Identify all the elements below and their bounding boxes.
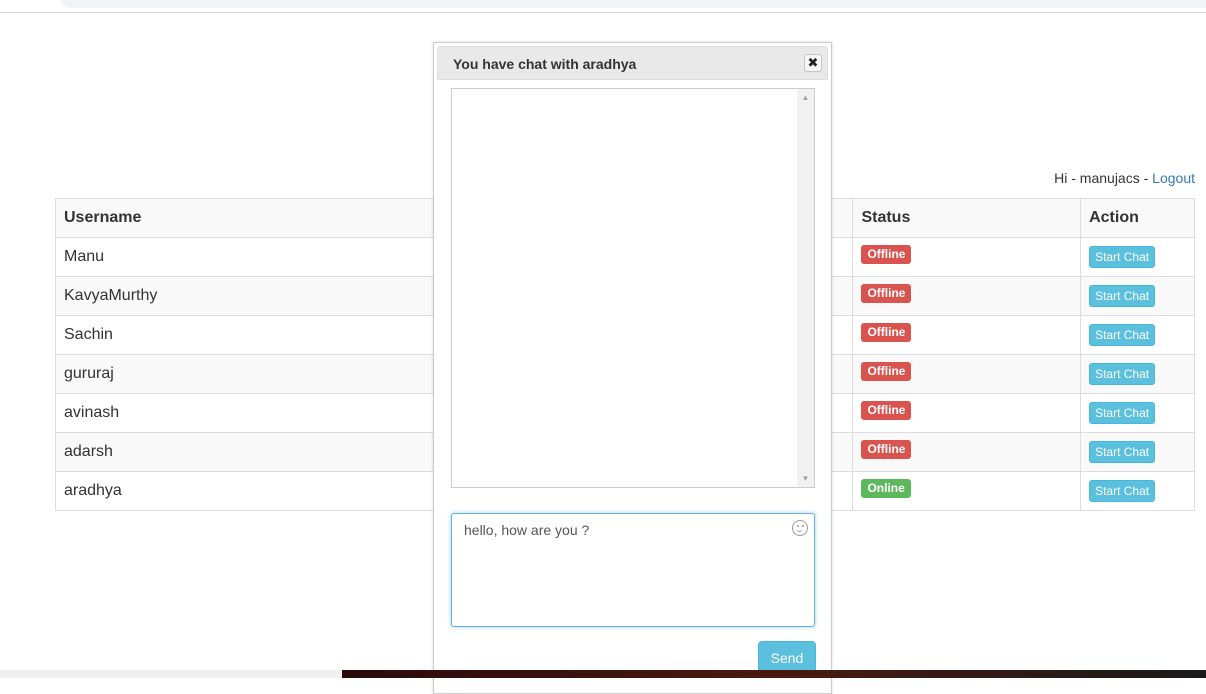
message-input-value: hello, how are you ? xyxy=(464,522,590,538)
header-action: Action xyxy=(1080,198,1195,238)
start-chat-button[interactable]: Start Chat xyxy=(1089,285,1156,307)
user-greeting: Hi - manujacs - Logout xyxy=(1054,170,1195,186)
action-cell: Start Chat xyxy=(1080,237,1195,277)
start-chat-button[interactable]: Start Chat xyxy=(1089,324,1156,346)
scroll-down-arrow-icon[interactable]: ▼ xyxy=(797,470,814,487)
status-cell: Offline xyxy=(852,276,1082,316)
scroll-up-arrow-icon[interactable]: ▲ xyxy=(797,89,814,106)
chat-history-area[interactable]: ▲ ▼ xyxy=(451,88,815,488)
logout-link[interactable]: Logout xyxy=(1152,170,1195,186)
chat-titlebar[interactable]: You have chat with aradhya ✖ xyxy=(437,46,828,80)
status-badge: Offline xyxy=(861,322,912,342)
start-chat-button[interactable]: Start Chat xyxy=(1089,480,1156,502)
action-cell: Start Chat xyxy=(1080,393,1195,433)
action-cell: Start Chat xyxy=(1080,432,1195,472)
start-chat-button[interactable]: Start Chat xyxy=(1089,363,1156,385)
header-status: Status xyxy=(852,198,1082,238)
close-icon[interactable]: ✖ xyxy=(804,54,822,72)
chat-dialog: You have chat with aradhya ✖ ▲ ▼ hello, … xyxy=(433,42,832,694)
status-cell: Offline xyxy=(852,354,1082,394)
status-cell: Offline xyxy=(852,237,1082,277)
status-badge: Offline xyxy=(861,439,912,459)
greeting-text: Hi - manujacs - xyxy=(1054,170,1153,186)
taskbar-background xyxy=(342,670,1206,678)
start-chat-button[interactable]: Start Chat xyxy=(1089,402,1156,424)
status-cell: Offline xyxy=(852,432,1082,472)
start-chat-button[interactable]: Start Chat xyxy=(1089,441,1156,463)
status-badge: Offline xyxy=(861,361,912,381)
status-cell: Online xyxy=(852,471,1082,511)
action-cell: Start Chat xyxy=(1080,354,1195,394)
chat-title: You have chat with aradhya xyxy=(453,56,637,72)
start-chat-button[interactable]: Start Chat xyxy=(1089,246,1156,268)
action-cell: Start Chat xyxy=(1080,276,1195,316)
status-badge: Online xyxy=(861,478,911,498)
browser-top-strip xyxy=(0,0,1206,13)
address-bar[interactable] xyxy=(60,0,1206,8)
chat-history-scrollbar[interactable]: ▲ ▼ xyxy=(797,89,814,487)
action-cell: Start Chat xyxy=(1080,471,1195,511)
emoji-icon[interactable] xyxy=(792,520,808,536)
message-input[interactable]: hello, how are you ? xyxy=(451,513,815,627)
action-cell: Start Chat xyxy=(1080,315,1195,355)
status-cell: Offline xyxy=(852,393,1082,433)
status-badge: Offline xyxy=(861,283,912,303)
taskbar-strip xyxy=(0,670,1206,678)
status-badge: Offline xyxy=(861,400,912,420)
status-badge: Offline xyxy=(861,244,912,264)
status-cell: Offline xyxy=(852,315,1082,355)
